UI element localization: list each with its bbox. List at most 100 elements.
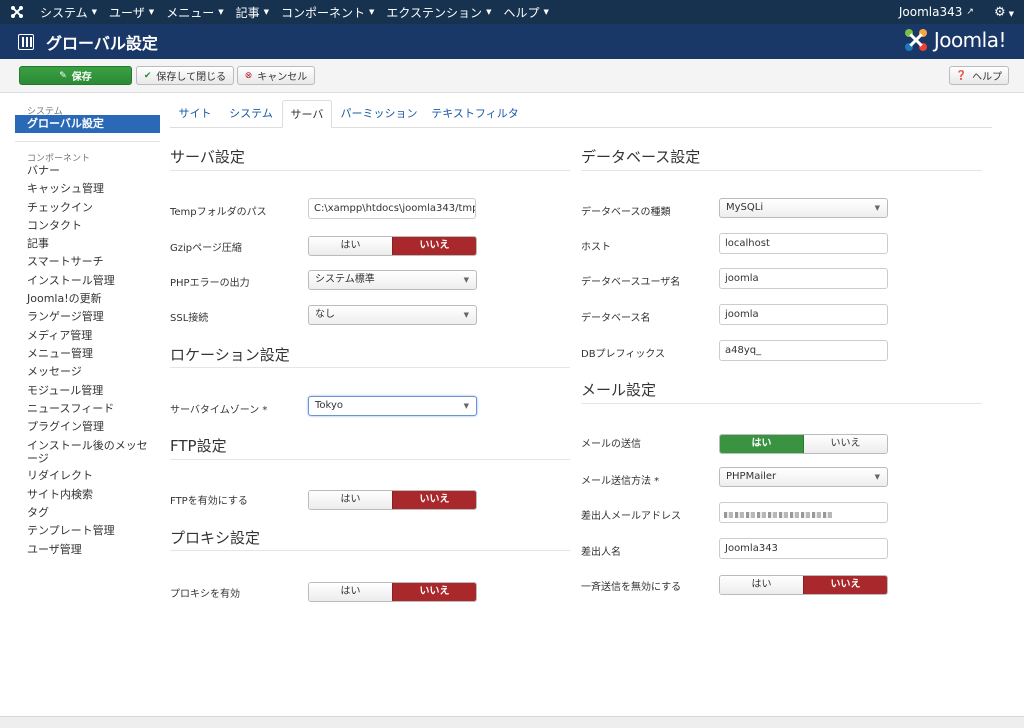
tab-site[interactable]: サイト — [170, 100, 220, 128]
sidebar-item[interactable]: メディア管理 — [15, 327, 160, 345]
sidebar-section-system: システム — [27, 107, 63, 117]
user-menu[interactable]: ⚙ ▼ — [994, 5, 1014, 20]
temp-path-input[interactable]: C:\xampp\htdocs\joomla343/tmp — [308, 198, 476, 219]
caret-down-icon: ▼ — [543, 8, 549, 16]
caret-down-icon: ▼ — [486, 8, 492, 16]
menu-content[interactable]: 記事 ▼ — [230, 0, 275, 24]
ssl-select[interactable]: なし ▼ — [308, 305, 477, 325]
ftp-yes[interactable]: はい — [309, 491, 392, 509]
caret-down-icon: ▼ — [263, 8, 269, 16]
gzip-no[interactable]: いいえ — [392, 237, 476, 255]
ftp-settings-title: FTP設定 — [170, 437, 227, 455]
database-settings-title: データベース設定 — [581, 148, 701, 166]
sidebar-item[interactable]: スマートサーチ — [15, 253, 160, 271]
cancel-button[interactable]: ⊗ キャンセル — [237, 66, 315, 85]
joomla-icon[interactable] — [0, 0, 34, 24]
sidebar-item[interactable]: リダイレクト — [15, 467, 160, 485]
sidebar-item[interactable]: メニュー管理 — [15, 345, 160, 363]
section-divider — [170, 170, 570, 171]
sidebar-item[interactable]: ユーザ管理 — [15, 541, 160, 559]
mail-send-toggle[interactable]: はい いいえ — [719, 434, 888, 454]
joomla-logo-icon — [904, 29, 927, 51]
gzip-toggle[interactable]: はい いいえ — [308, 236, 477, 256]
sidebar-item[interactable]: バナー — [15, 162, 160, 180]
sidebar-item[interactable]: 記事 — [15, 235, 160, 253]
menu-extensions[interactable]: エクステンション ▼ — [380, 0, 497, 24]
proxy-yes[interactable]: はい — [309, 583, 392, 601]
caret-down-icon: ▼ — [1008, 9, 1014, 18]
php-error-label: PHPエラーの出力 — [170, 278, 250, 289]
disable-mass-mail-toggle[interactable]: はい いいえ — [719, 575, 888, 595]
caret-down-icon: ▼ — [91, 8, 98, 16]
gzip-label: Gzipページ圧縮 — [170, 243, 242, 254]
mass-mail-no[interactable]: いいえ — [803, 576, 887, 594]
question-icon: ❓ — [955, 70, 968, 81]
sidebar-item[interactable]: サイト内検索 — [15, 486, 160, 504]
tab-text-filters[interactable]: テキストフィルタ — [424, 100, 526, 128]
toolbar: ✎ 保存 ✔ 保存して閉じる ⊗ キャンセル ❓ ヘルプ — [0, 59, 1024, 93]
sidebar-item[interactable]: インストール後のメッセージ — [15, 436, 160, 467]
proxy-no[interactable]: いいえ — [392, 583, 476, 601]
db-user-input[interactable]: joomla — [719, 268, 888, 289]
mass-mail-yes[interactable]: はい — [720, 576, 803, 594]
section-divider — [170, 367, 570, 368]
ftp-enable-toggle[interactable]: はい いいえ — [308, 490, 477, 510]
db-type-select[interactable]: MySQLi ▼ — [719, 198, 888, 218]
sidebar-item[interactable]: Joomla!の更新 — [15, 290, 160, 308]
db-prefix-input[interactable]: a48yq_ — [719, 340, 888, 361]
db-prefix-label: DBプレフィックス — [581, 349, 666, 360]
caret-down-icon: ▼ — [148, 8, 155, 16]
server-settings-title: サーバ設定 — [170, 148, 245, 166]
status-bar — [0, 716, 1024, 728]
caret-down-icon: ▼ — [218, 8, 224, 16]
page-header: グローバル設定 Joomla! — [0, 24, 1024, 59]
site-link[interactable]: Joomla343 ↗ — [899, 5, 974, 19]
mail-send-yes[interactable]: はい — [720, 435, 804, 453]
gzip-yes[interactable]: はい — [309, 237, 392, 255]
sidebar-item[interactable]: テンプレート管理 — [15, 522, 160, 540]
menu-help[interactable]: ヘルプ ▼ — [497, 0, 554, 24]
menu-users[interactable]: ユーザ ▼ — [103, 0, 160, 24]
sidebar-item[interactable]: キャッシュ管理 — [15, 180, 160, 198]
menu-menus[interactable]: メニュー ▼ — [160, 0, 229, 24]
top-navbar: システム ▼ ユーザ ▼ メニュー ▼ 記事 ▼ コンポーネント ▼ エクステンション ▼ … — [0, 0, 1024, 24]
sidebar-item[interactable]: チェックイン — [15, 199, 160, 217]
mail-method-select[interactable]: PHPMailer ▼ — [719, 467, 888, 487]
from-name-input[interactable]: Joomla343 — [719, 538, 888, 559]
help-button[interactable]: ❓ ヘルプ — [949, 66, 1009, 85]
timezone-select[interactable]: Tokyo ▼ — [308, 396, 477, 416]
sidebar-item[interactable]: モジュール管理 — [15, 382, 160, 400]
menu-system[interactable]: システム ▼ — [34, 0, 103, 24]
sidebar-item[interactable]: コンタクト — [15, 217, 160, 235]
sidebar-item[interactable]: メッセージ — [15, 363, 160, 381]
tab-server[interactable]: サーバ — [282, 100, 332, 128]
check-icon: ✔ — [143, 70, 152, 81]
mail-settings-title: メール設定 — [581, 381, 657, 399]
sidebar-item[interactable]: タグ — [15, 504, 160, 522]
save-close-button[interactable]: ✔ 保存して閉じる — [136, 66, 234, 85]
from-email-label: 差出人メールアドレス — [581, 511, 681, 522]
proxy-enable-toggle[interactable]: はい いいえ — [308, 582, 477, 602]
sidebar-divider — [15, 141, 160, 142]
section-divider — [581, 170, 982, 171]
sidebar-item[interactable]: ニュースフィード — [15, 400, 160, 418]
php-error-select[interactable]: システム標準 ▼ — [308, 270, 477, 290]
db-name-label: データベース名 — [581, 313, 651, 324]
gear-icon: ⚙ — [993, 4, 1006, 20]
db-host-input[interactable]: localhost — [719, 233, 888, 254]
sidebar-item-global-config[interactable]: グローバル設定 — [15, 115, 160, 133]
chevron-down-icon: ▼ — [463, 402, 469, 410]
sidebar-item[interactable]: ランゲージ管理 — [15, 308, 160, 326]
tab-permissions[interactable]: パーミッション — [334, 100, 424, 128]
db-name-input[interactable]: joomla — [719, 304, 888, 325]
tab-system[interactable]: システム — [220, 100, 282, 128]
section-divider — [170, 459, 570, 460]
equalizer-icon — [18, 33, 34, 50]
mail-send-no[interactable]: いいえ — [804, 435, 887, 453]
sidebar-item[interactable]: インストール管理 — [15, 272, 160, 290]
save-button[interactable]: ✎ 保存 — [19, 66, 132, 85]
ftp-no[interactable]: いいえ — [392, 491, 476, 509]
proxy-settings-title: プロキシ設定 — [170, 529, 261, 547]
menu-components[interactable]: コンポーネント ▼ — [275, 0, 380, 24]
sidebar-item[interactable]: プラグイン管理 — [15, 418, 160, 436]
